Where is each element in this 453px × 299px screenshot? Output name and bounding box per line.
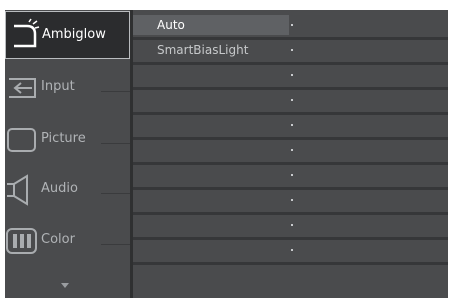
option-marker [291,249,293,251]
menu-item-label: Input [41,79,75,94]
submenu-option[interactable] [133,140,448,160]
option-label: Auto [133,15,289,35]
picture-icon [7,128,36,152]
menu-item-label: Audio [41,181,78,196]
input-icon [9,78,36,98]
submenu-option[interactable] [133,165,448,185]
option-label [133,215,289,235]
menu-item-audio[interactable]: Audio [5,166,130,214]
osd-menu-panel: Ambiglow Input Picture Audio Color Auto … [5,10,448,298]
main-menu: Ambiglow Input Picture Audio Color [5,10,130,298]
menu-item-color[interactable]: Color [5,217,130,265]
option-marker [291,74,293,76]
menu-item-input[interactable]: Input [5,64,130,112]
submenu-option[interactable] [133,190,448,210]
menu-divider [101,193,130,194]
audio-icon [7,174,28,206]
option-label [133,140,289,160]
submenu-option-auto[interactable]: Auto [133,15,448,35]
option-label [133,165,289,185]
row-divider [133,262,448,265]
menu-item-label: Color [41,232,75,247]
submenu-option[interactable] [133,115,448,135]
chevron-down-icon[interactable] [61,283,69,288]
submenu-option-smartbiaslight[interactable]: SmartBiasLight [133,40,448,60]
option-label [133,115,289,135]
submenu-option[interactable] [133,215,448,235]
menu-item-label: Picture [41,131,86,146]
menu-item-label: Ambiglow [42,27,106,42]
option-label [133,65,289,85]
option-marker [291,24,293,26]
menu-item-ambiglow[interactable]: Ambiglow [5,11,130,59]
option-marker [291,174,293,176]
option-marker [291,149,293,151]
option-marker [291,199,293,201]
option-label: SmartBiasLight [157,43,249,57]
option-marker [291,49,293,51]
option-label [133,190,289,210]
menu-divider [101,244,130,245]
option-label [133,240,289,260]
submenu-option[interactable] [133,90,448,110]
color-icon [6,228,37,254]
option-marker [291,124,293,126]
submenu-option[interactable] [133,240,448,260]
option-label [133,90,289,110]
menu-item-picture[interactable]: Picture [5,116,130,164]
submenu-option[interactable] [133,65,448,85]
ambiglow-icon [14,18,40,48]
option-marker [291,99,293,101]
submenu: Auto SmartBiasLight [133,10,448,298]
menu-divider [101,143,130,144]
option-marker [291,224,293,226]
menu-divider [101,91,130,92]
